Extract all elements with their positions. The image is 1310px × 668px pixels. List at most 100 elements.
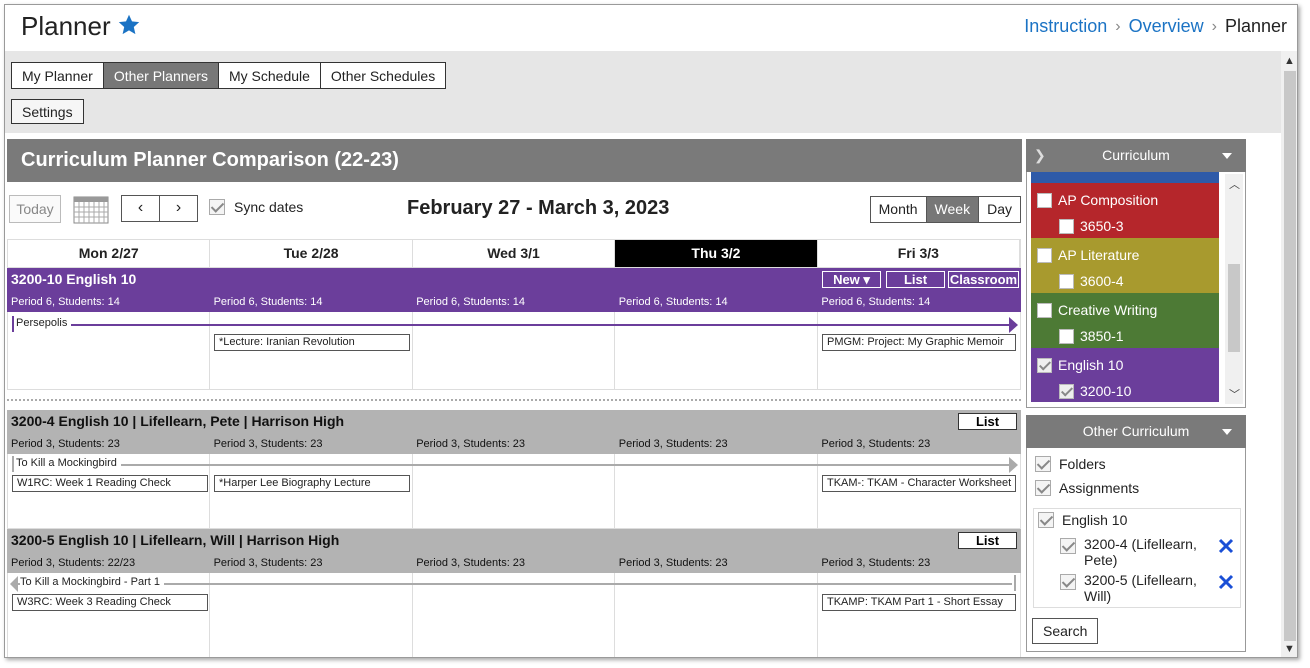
day-header-today: Thu 3/2 [615, 240, 818, 267]
assignments-option[interactable]: Assignments [1035, 480, 1139, 496]
planner-entry[interactable]: 3200-4 (Lifellearn, Pete) [1060, 536, 1210, 568]
curriculum-item: Creative Writing 3850-1 [1031, 293, 1219, 348]
list-button[interactable]: List [958, 413, 1017, 430]
period-info: Period 3, Students: 23 [11, 438, 120, 450]
scroll-up-icon[interactable]: ︿ [1229, 176, 1240, 192]
today-button[interactable]: Today [9, 195, 61, 223]
curriculum-checkbox[interactable] [1037, 357, 1052, 373]
curriculum-scrollbar[interactable]: ︿ ﹀ [1225, 174, 1243, 404]
unit-span[interactable]: To Kill a Mockingbird [10, 456, 1018, 473]
scroll-up-icon[interactable]: ▲ [1284, 55, 1295, 67]
section-divider [7, 399, 1021, 401]
tab-other-planners[interactable]: Other Planners [102, 62, 219, 89]
breadcrumb: Instruction › Overview › Planner [1024, 16, 1287, 37]
group-checkbox[interactable] [1038, 512, 1054, 528]
arrow-right-icon [1009, 457, 1018, 473]
tab-other-schedules[interactable]: Other Schedules [319, 62, 447, 89]
section-checkbox[interactable] [1059, 218, 1074, 234]
period-info: Period 6, Students: 14 [416, 296, 526, 308]
day-header: Fri 3/3 [818, 240, 1021, 267]
right-sidebar: ❯ Curriculum AP Composition 3650-3 AP Li… [1026, 139, 1246, 652]
tab-my-schedule[interactable]: My Schedule [217, 62, 321, 89]
chevron-down-icon[interactable] [1222, 153, 1232, 159]
curriculum-panel-header[interactable]: ❯ Curriculum [1026, 139, 1246, 172]
unit-label: Persepolis [16, 317, 72, 329]
expand-icon[interactable]: ❯ [1034, 139, 1046, 172]
section-code: 3600-4 [1080, 273, 1124, 289]
section-checkbox[interactable] [1059, 383, 1074, 399]
section-checkbox[interactable] [1059, 273, 1074, 289]
assignments-checkbox[interactable] [1035, 480, 1051, 496]
unit-span[interactable]: To Kill a Mockingbird - Part 1 [10, 575, 1018, 592]
sync-dates-checkbox[interactable] [209, 199, 225, 215]
period-info: Period 3, Students: 23 [416, 557, 526, 569]
breadcrumb-instruction[interactable]: Instruction [1024, 16, 1107, 37]
page-scrollbar[interactable]: ▲ ▼ [1281, 51, 1297, 657]
day-view-button[interactable]: Day [978, 196, 1021, 223]
task-item[interactable]: W3RC: Week 3 Reading Check [12, 594, 208, 611]
sync-dates[interactable]: Sync dates [209, 199, 303, 215]
list-button[interactable]: List [958, 532, 1017, 549]
section-header: 3200-4 English 10 | Lifellearn, Pete | H… [7, 410, 1021, 454]
scroll-down-icon[interactable]: ﹀ [1229, 386, 1240, 402]
curriculum-checkbox[interactable] [1037, 192, 1052, 208]
section-title: 3200-4 English 10 | Lifellearn, Pete | H… [11, 413, 345, 429]
planner-tabs: My Planner Other Planners My Schedule Ot… [11, 62, 447, 89]
planner-entry-checkbox[interactable] [1060, 574, 1076, 590]
new-button[interactable]: New ▾ [822, 271, 881, 288]
next-week-button[interactable]: › [159, 195, 198, 222]
task-item[interactable]: TKAMP: TKAM Part 1 - Short Essay [822, 594, 1016, 611]
unit-span[interactable]: Persepolis [10, 316, 1018, 333]
day-header: Wed 3/1 [413, 240, 616, 267]
breadcrumb-overview[interactable]: Overview [1129, 16, 1204, 37]
chevron-down-icon[interactable] [1222, 429, 1232, 435]
settings-button[interactable]: Settings [11, 99, 84, 124]
scroll-down-icon[interactable]: ▼ [1284, 643, 1295, 655]
group-row[interactable]: English 10 [1038, 512, 1127, 528]
curriculum-name: AP Composition [1058, 192, 1159, 208]
planner-entry[interactable]: 3200-5 (Lifellearn, Will) [1060, 572, 1210, 604]
task-item[interactable]: *Lecture: Iranian Revolution [214, 334, 410, 351]
curriculum-list: AP Composition 3650-3 AP Literature 3600… [1031, 172, 1219, 402]
planner-entry-checkbox[interactable] [1060, 538, 1076, 554]
task-item[interactable]: W1RC: Week 1 Reading Check [12, 475, 208, 492]
list-button[interactable]: List [886, 271, 945, 288]
period-info: Period 3, Students: 23 [416, 438, 526, 450]
period-row: Period 3, Students: 22/23 Period 3, Stud… [7, 557, 1021, 569]
favorite-star-icon[interactable] [117, 13, 141, 37]
page-header: Planner Instruction › Overview › Planner [5, 5, 1297, 51]
scrollbar-thumb[interactable] [1228, 264, 1240, 352]
period-info: Period 6, Students: 14 [11, 296, 120, 308]
chevron-left-icon: ‹ [137, 199, 144, 216]
arrow-right-icon [1009, 317, 1018, 333]
group-label: English 10 [1062, 512, 1128, 528]
curriculum-name: English 10 [1058, 357, 1124, 373]
remove-x-icon[interactable] [1218, 574, 1234, 590]
curriculum-name: AP Literature [1058, 247, 1140, 263]
unit-label: To Kill a Mockingbird - Part 1 [20, 576, 164, 588]
other-curriculum-header[interactable]: Other Curriculum [1026, 415, 1246, 448]
previous-week-button[interactable]: ‹ [121, 195, 160, 222]
planner-comparison: Curriculum Planner Comparison (22-23) To… [7, 139, 1022, 657]
day-header: Tue 2/28 [210, 240, 413, 267]
task-item[interactable]: TKAM-: TKAM - Character Worksheet [822, 475, 1016, 492]
curriculum-checkbox[interactable] [1037, 302, 1052, 318]
task-item[interactable]: *Harper Lee Biography Lecture [214, 475, 410, 492]
remove-x-icon[interactable] [1218, 538, 1234, 554]
tab-my-planner[interactable]: My Planner [11, 62, 104, 89]
month-view-button[interactable]: Month [869, 196, 927, 223]
week-view-button[interactable]: Week [925, 196, 980, 223]
section-checkbox[interactable] [1059, 328, 1074, 344]
classroom-button[interactable]: Classroom [948, 271, 1019, 288]
day-headers: Mon 2/27 Tue 2/28 Wed 3/1 Thu 3/2 Fri 3/… [7, 239, 1021, 268]
period-info: Period 6, Students: 14 [618, 296, 728, 308]
task-item[interactable]: PMGM: Project: My Graphic Memoir [822, 334, 1016, 351]
folders-option[interactable]: Folders [1035, 456, 1106, 472]
section-code: 3200-10 [1080, 383, 1132, 399]
calendar-icon[interactable] [73, 196, 109, 224]
curriculum-checkbox[interactable] [1037, 247, 1052, 263]
search-button[interactable]: Search [1032, 618, 1099, 644]
scrollbar-thumb[interactable] [1284, 71, 1296, 641]
folders-checkbox[interactable] [1035, 456, 1051, 472]
section-title: 3200-10 English 10 [11, 271, 137, 287]
